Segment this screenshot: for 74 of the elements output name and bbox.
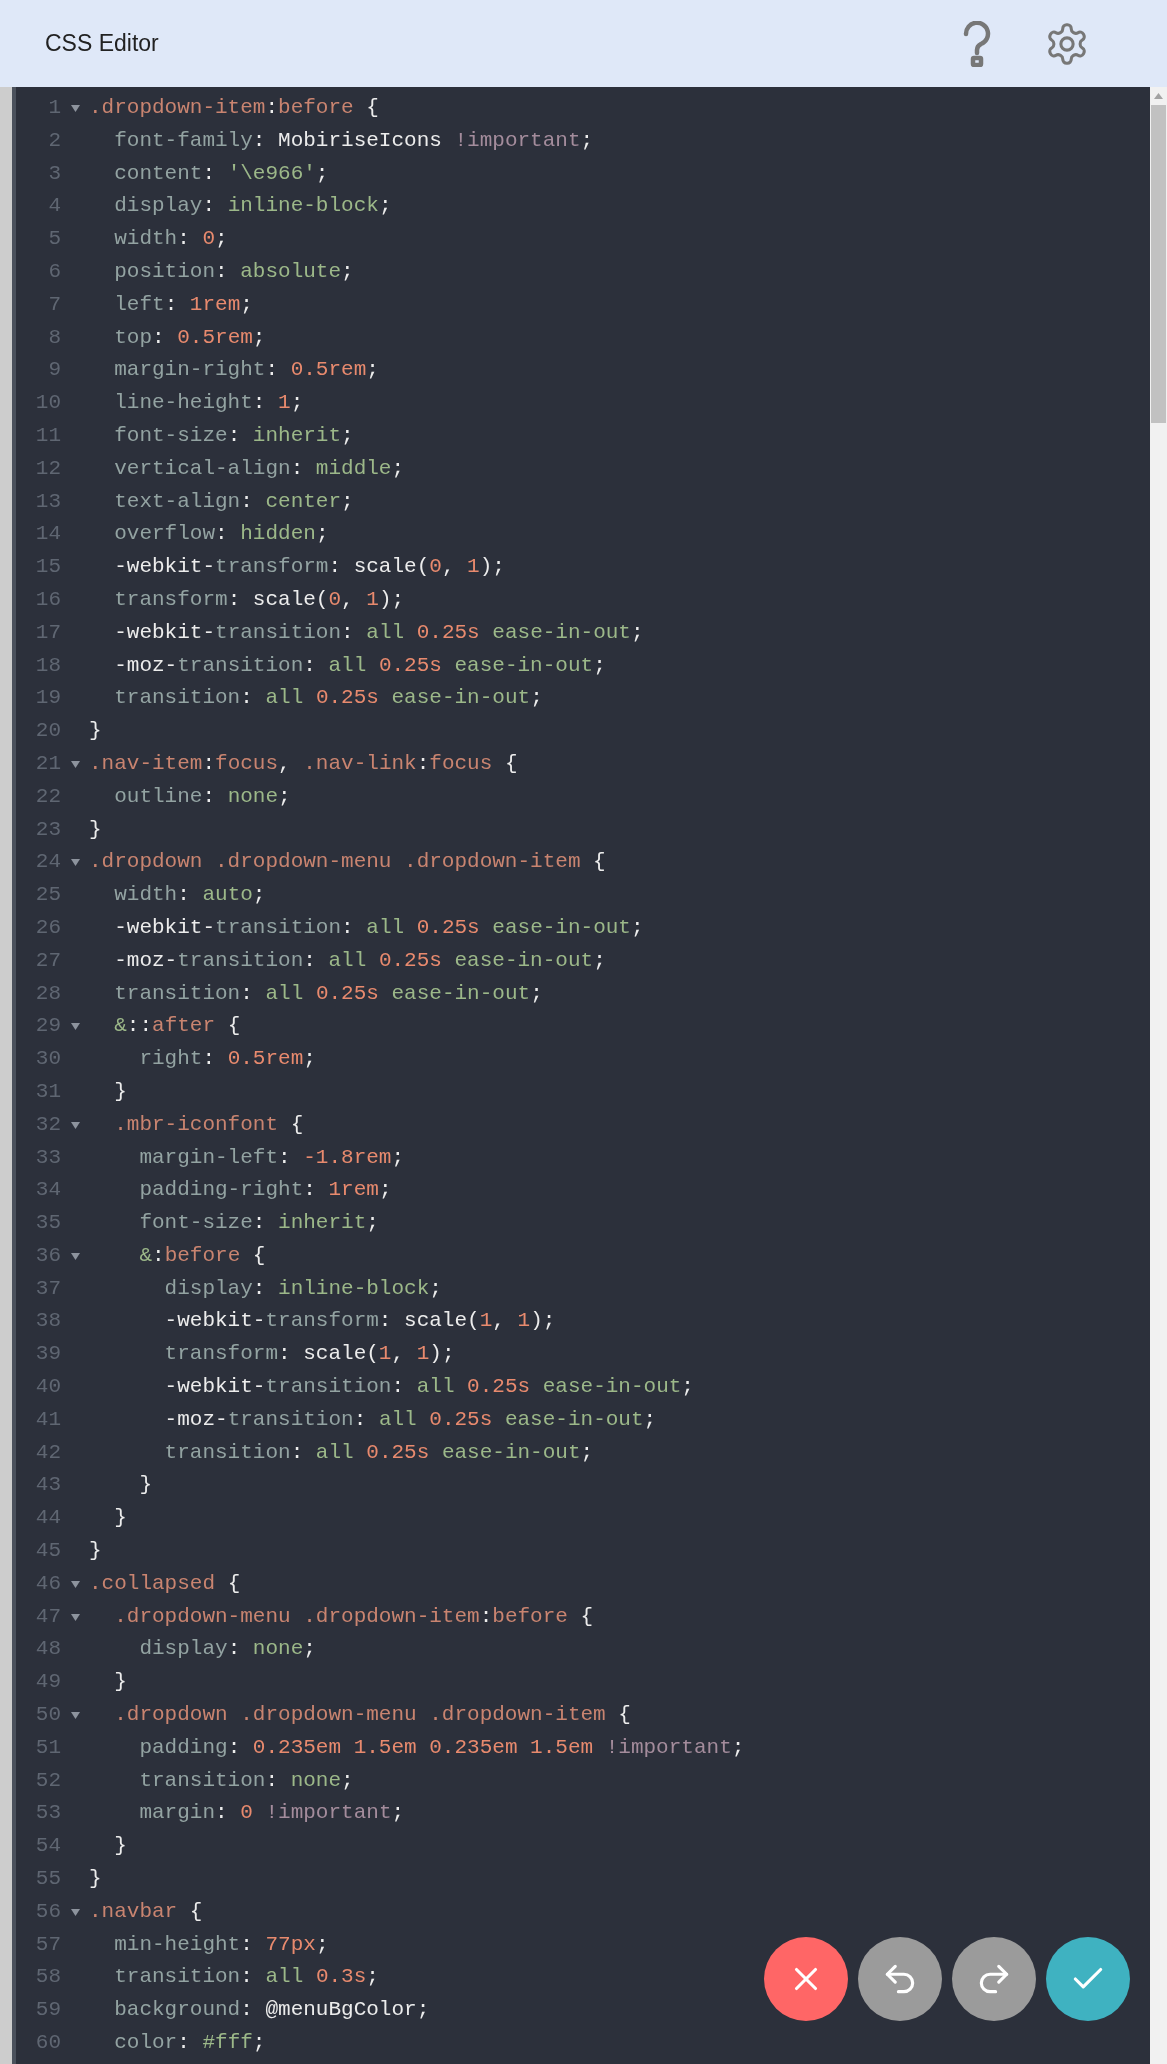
code-line: -webkit-transition: all 0.25s ease-in-out; [113,914,644,941]
code-line: margin: 0 !important; [138,1800,405,1827]
code-line: line-height: 1; [113,390,304,417]
code-line: width: auto; [113,882,266,909]
code-line: } [113,1505,127,1532]
code-line: } [89,718,102,745]
editor-title: CSS Editor [45,29,159,59]
code-line: left: 1rem; [113,291,253,318]
code-line: content: '\e966'; [113,160,329,187]
code-line: -moz-transition: all 0.25s ease-in-out; [163,1406,657,1433]
code-line: text-align: center; [113,488,354,515]
code-line: overflow: hidden; [113,521,329,548]
code-line: margin-right: 0.5rem; [113,357,379,384]
code-line: } [89,816,102,843]
code-line: } [89,1538,102,1565]
code-line: .navbar { [89,1898,203,1925]
code-line: width: 0; [113,226,228,253]
fold-arrow-icon[interactable] [70,760,80,768]
code-line: right: 0.5rem; [138,1046,316,1073]
code-line: .dropdown-menu .dropdown-item:before { [113,1603,594,1630]
code-line: padding: 0.235em 1.5em 0.235em 1.5em !important; [138,1734,745,1761]
code-line: font-family: MobiriseIcons !important; [113,127,594,154]
code-line: &:before { [138,1242,266,1269]
code-line: display: inline-block; [163,1275,442,1302]
code-line: .collapsed { [89,1570,241,1597]
code-line: transition: all 0.25s ease-in-out; [113,980,543,1007]
code-line: font-size: inherit; [113,422,354,449]
fold-arrow-icon[interactable] [70,1252,80,1260]
code-line: -webkit-transition: all 0.25s ease-in-out; [113,619,644,646]
fold-arrow-icon[interactable] [70,1908,80,1916]
code-line: transition: all 0.25s ease-in-out; [163,1439,594,1466]
code-line: .mbr-iconfont { [113,1111,304,1138]
code-line: transition: none; [138,1767,354,1794]
fold-arrow-icon[interactable] [70,104,80,112]
fold-arrow-icon[interactable] [70,1580,80,1588]
code-line: } [113,1833,127,1860]
help-icon[interactable] [962,20,992,67]
code-line: display: inline-block; [113,193,392,220]
code-area[interactable] [16,87,1150,2064]
code-line: -webkit-transition: all 0.25s ease-in-out; [163,1374,694,1401]
code-line: -moz-transition: all 0.25s ease-in-out; [113,947,606,974]
code-line: transform: scale(0, 1); [113,586,405,613]
code-line: .dropdown .dropdown-menu .dropdown-item { [113,1702,631,1729]
code-line: .dropdown-item:before { [89,95,379,121]
code-line: } [138,1472,152,1499]
code-line: padding-right: 1rem; [138,1177,392,1204]
code-line: transition: all 0.3s; [113,1964,379,1991]
code-line: transform: scale(1, 1); [163,1341,455,1368]
code-line: &::after { [113,1013,241,1040]
code-line: top: 0.5rem; [113,324,266,351]
fold-arrow-icon[interactable] [70,859,80,867]
code-line: .nav-item:focus, .nav-link:focus { [89,750,518,777]
code-line: -moz-transition: all 0.25s ease-in-out; [113,652,606,679]
scrollbar-thumb[interactable] [1151,105,1166,423]
code-line: -webkit-transform: scale(1, 1); [163,1308,556,1335]
code-line: } [113,1078,127,1105]
code-line: -webkit-transform: scale(0, 1); [113,554,505,581]
code-line: } [89,1866,102,1893]
fold-arrow-icon[interactable] [70,1711,80,1719]
code-line: margin-left: -1.8rem; [138,1144,405,1171]
code-line: } [113,1669,127,1696]
code-line: transition: all 0.25s ease-in-out; [113,685,543,712]
fold-arrow-icon[interactable] [70,1121,80,1129]
code-line: vertical-align: middle; [113,455,405,482]
fold-arrow-icon[interactable] [70,1613,80,1621]
code-line: .dropdown .dropdown-menu .dropdown-item { [89,849,606,876]
code-line: outline: none; [113,783,291,810]
code-line: position: absolute; [113,259,354,285]
fold-arrow-icon[interactable] [70,1023,80,1031]
code-line: font-size: inherit; [138,1210,379,1237]
code-line: color: #fff; [113,2030,266,2056]
code-line: min-height: 77px; [113,1931,329,1958]
code-line: display: none; [138,1636,316,1663]
code-line: background: @menuBgColor; [113,1997,430,2024]
